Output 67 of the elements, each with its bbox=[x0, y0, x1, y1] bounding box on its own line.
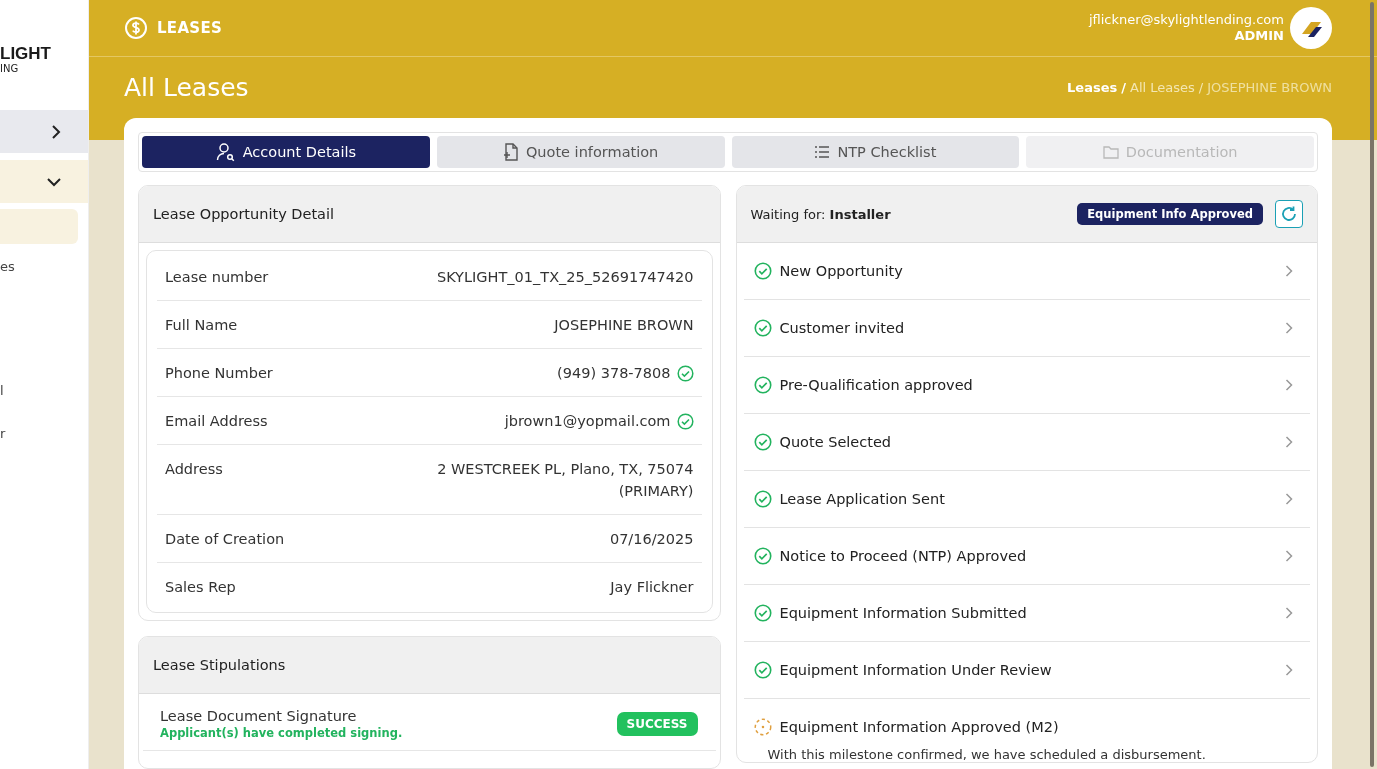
chevron-right-icon bbox=[1285, 265, 1293, 277]
avatar-logo-icon[interactable] bbox=[1290, 7, 1332, 49]
milestone-item[interactable]: New Opportunity bbox=[743, 243, 1310, 300]
field-value: SKYLIGHT_01_TX_25_52691747420 bbox=[436, 268, 694, 287]
sidebar-item[interactable]: r bbox=[0, 427, 88, 441]
sidebar-item[interactable] bbox=[0, 110, 88, 153]
user-search-icon bbox=[215, 142, 236, 162]
chevron-right-icon bbox=[1285, 493, 1293, 505]
field-label: Address bbox=[165, 460, 223, 479]
chevron-right-icon bbox=[1285, 436, 1293, 448]
field-value: JOSEPHINE BROWN bbox=[554, 316, 694, 335]
milestone-description: With this milestone confirmed, we have scheduled a disbursement. bbox=[767, 747, 1207, 762]
field-label: Phone Number bbox=[165, 364, 273, 383]
panel-title: Lease Opportunity Detail bbox=[153, 206, 335, 222]
field-label: Full Name bbox=[165, 316, 238, 335]
chevron-right-icon bbox=[1285, 322, 1293, 334]
scrollbar[interactable] bbox=[1370, 2, 1374, 767]
chevron-down-icon bbox=[47, 176, 61, 187]
field-label: Email Address bbox=[165, 412, 268, 431]
waiting-text: Waiting for: Installer bbox=[750, 206, 891, 222]
user-email: jflickner@skylightlending.com bbox=[1088, 12, 1284, 28]
chevron-right-icon bbox=[1285, 379, 1293, 391]
chevron-right-icon bbox=[1285, 607, 1293, 619]
folder-icon bbox=[1102, 145, 1119, 159]
panel-title: Lease Stipulations bbox=[153, 657, 286, 673]
status-badge: Equipment Info Approved bbox=[1077, 203, 1263, 225]
refresh-icon bbox=[1280, 205, 1298, 223]
page-title: All Leases bbox=[124, 72, 249, 102]
milestone-item[interactable]: Equipment Information Under Review bbox=[743, 642, 1310, 699]
stipulation-note: Applicant(s) have completed signing. bbox=[160, 726, 403, 740]
user-role: ADMIN bbox=[1234, 28, 1284, 44]
field-value: 2 WESTCREEK PL, Plano, TX, 75074 (PRIMARY) bbox=[437, 460, 694, 501]
field-value: (949) 378-7808 bbox=[557, 364, 671, 383]
breadcrumb-separator: / bbox=[1198, 79, 1204, 95]
tab[interactable]: NTP Checklist bbox=[731, 136, 1020, 168]
list-icon bbox=[814, 145, 831, 159]
field-value: Jay Flickner bbox=[610, 578, 694, 597]
milestone-item[interactable]: Lease Application Sent bbox=[743, 471, 1310, 528]
breadcrumb-separator: / bbox=[1121, 79, 1126, 95]
tab[interactable]: Account Details bbox=[142, 136, 430, 168]
logo-subtext: ING bbox=[0, 62, 19, 74]
tab[interactable]: Quote information bbox=[436, 136, 725, 168]
sidebar-item[interactable]: es bbox=[0, 260, 88, 274]
sidebar-item[interactable] bbox=[0, 160, 88, 203]
chevron-right-icon bbox=[1285, 550, 1293, 562]
stipulation-name: Lease Document Signature bbox=[160, 708, 358, 724]
field-value: 07/16/2025 bbox=[609, 530, 694, 549]
field-value: jbrown1@yopmail.com bbox=[504, 412, 671, 431]
milestone-item[interactable]: Notice to Proceed (NTP) Approved bbox=[743, 528, 1310, 585]
dollar-icon bbox=[124, 16, 148, 40]
milestone-item: Equipment Information Approved (M2) With this milestone confirmed, we have scheduled a disbursement. bbox=[743, 699, 1310, 762]
refresh-button[interactable] bbox=[1275, 200, 1303, 228]
milestone-item[interactable]: Quote Selected bbox=[743, 414, 1310, 471]
chevron-right-icon bbox=[51, 124, 61, 139]
milestone-item[interactable]: Pre-Qualification approved bbox=[743, 357, 1310, 414]
milestone-item[interactable]: Customer invited bbox=[743, 300, 1310, 357]
logo-text: LIGHT bbox=[0, 44, 51, 63]
milestone-item[interactable]: Equipment Information Submitted bbox=[743, 585, 1310, 642]
field-label: Lease number bbox=[165, 268, 269, 287]
status-badge: SUCCESS bbox=[616, 712, 698, 736]
section-title: LEASES bbox=[157, 19, 223, 37]
field-label: Sales Rep bbox=[165, 578, 236, 597]
field-label: Date of Creation bbox=[165, 530, 285, 549]
chevron-right-icon bbox=[1285, 664, 1293, 676]
sidebar-item[interactable] bbox=[0, 209, 78, 244]
sidebar-item[interactable]: l bbox=[0, 384, 88, 398]
document-plus-icon bbox=[502, 143, 519, 161]
